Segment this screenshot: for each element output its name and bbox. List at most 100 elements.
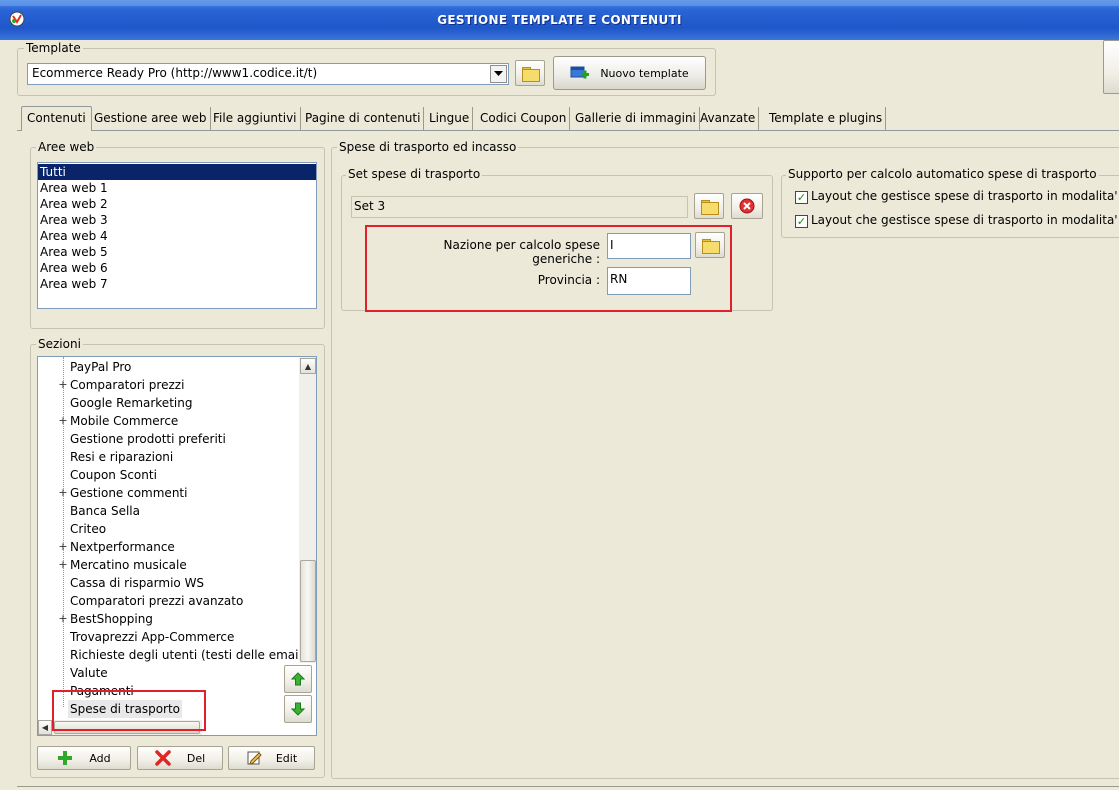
tree-item[interactable]: Trovaprezzi App-Commerce [38,628,300,646]
close-circle-icon [739,198,755,214]
aree-web-list[interactable]: Tutti Area web 1 Area web 2 Area web 3 A… [37,162,317,309]
tree-item-label: Resi e riparazioni [70,450,174,464]
tree-item[interactable]: + Mercatino musicale [38,556,300,574]
spese-trasporto-legend: Spese di trasporto ed incasso [337,140,519,154]
set-spese-value: Set 3 [354,199,386,213]
template-select[interactable]: Ecommerce Ready Pro (http://www1.codice.… [27,63,509,85]
tree-item[interactable]: PayPal Pro [38,358,300,376]
tree-item[interactable]: Valute [38,664,300,682]
list-item[interactable]: Area web 1 [38,180,316,196]
tab-codici-coupon[interactable]: Codici Coupon [477,107,571,130]
tree-item[interactable]: + Mobile Commerce [38,412,300,430]
list-item[interactable]: Area web 2 [38,196,316,212]
tree-item[interactable]: + Comparatori prezzi [38,376,300,394]
tree-item[interactable]: + Gestione commenti [38,484,300,502]
tree-item[interactable]: Richieste degli utenti (testi delle emai… [38,646,307,664]
edit-button-label: Edit [275,751,298,765]
list-item[interactable]: Area web 3 [38,212,316,228]
tab-gallerie-di-immagini[interactable]: Gallerie di immagini [572,107,700,130]
tree-item[interactable]: Cassa di risparmio WS [38,574,300,592]
del-button-label: Del [186,751,206,765]
tree-item-label: Cassa di risparmio WS [70,576,205,590]
expand-icon[interactable]: + [58,610,68,628]
expand-icon[interactable]: + [58,556,68,574]
move-down-button[interactable] [284,695,312,723]
tree-item-label: Richieste degli utenti (testi delle emai… [70,648,307,662]
list-item[interactable]: Tutti [38,164,316,180]
edit-pencil-icon [247,751,262,765]
expand-icon[interactable]: + [58,484,68,502]
tree-scrollbar[interactable]: ▲ [299,357,316,663]
tab-label: Lingue [429,111,470,125]
remove-set-button[interactable] [731,193,763,219]
bottom-edge [17,786,1119,787]
list-item[interactable]: Area web 6 [38,260,316,276]
supporto-option-1-label: Layout che gestisce spese di trasporto i… [811,189,1119,203]
list-item[interactable]: Area web 5 [38,244,316,260]
tab-file-aggiuntivi[interactable]: File aggiuntivi [210,107,301,130]
highlight-box-nazione-provincia [365,225,732,312]
tree-item[interactable]: Criteo [38,520,300,538]
sezioni-legend: Sezioni [36,337,83,351]
tree-item-label: BestShopping [70,612,153,626]
template-dropdown-button[interactable] [490,65,507,83]
tab-label: Gallerie di immagini [575,111,696,125]
tree-item-label: Mobile Commerce [70,414,179,428]
template-group-legend: Template [24,41,83,55]
tree-item[interactable]: Gestione prodotti preferiti [38,430,300,448]
aree-web-legend: Aree web [36,140,97,154]
tree-item-label: Gestione commenti [70,486,188,500]
supporto-checkbox-1[interactable]: ✓ [795,191,808,204]
tree-item[interactable]: + BestShopping [38,610,300,628]
sezioni-tree[interactable]: PayPal Pro + Comparatori prezzi Google Re… [37,356,317,736]
tab-contenuti[interactable]: Contenuti [21,106,92,131]
expand-icon[interactable]: + [58,538,68,556]
supporto-legend: Supporto per calcolo automatico spese di… [786,167,1099,181]
expand-icon[interactable]: + [58,412,68,430]
expand-icon[interactable]: + [58,376,68,394]
tab-label: Template e plugins [769,111,883,125]
tab-pagine-di-contenuti[interactable]: Pagine di contenuti [302,107,425,130]
tree-item[interactable]: Google Remarketing [38,394,300,412]
list-item[interactable]: Area web 7 [38,276,316,292]
scroll-up-button[interactable]: ▲ [300,358,316,374]
tree-item[interactable]: Comparatori prezzi avanzato [38,592,300,610]
supporto-checkbox-2[interactable]: ✓ [795,215,808,228]
list-item[interactable]: Area web 4 [38,228,316,244]
scroll-thumb[interactable] [300,560,316,662]
tree-item-label: Criteo [70,522,107,536]
tree-item-label: Coupon Sconti [70,468,157,482]
tree-item[interactable]: Coupon Sconti [38,466,300,484]
del-button[interactable]: Del [137,746,223,770]
tab-label: Avanzate [700,111,756,125]
browse-set-button[interactable] [694,193,724,219]
tab-gestione-aree-web[interactable]: Gestione aree web [91,107,211,130]
tree-item[interactable]: Resi e riparazioni [38,448,300,466]
chevron-down-icon [494,71,503,76]
set-spese-field[interactable]: Set 3 [351,196,688,218]
tab-strip-baseline [17,130,1119,131]
delete-x-icon [155,750,171,766]
title-bar-gloss [0,0,1119,6]
tree-item-label: Gestione prodotti preferiti [70,432,226,446]
supporto-option-2-label: Layout che gestisce spese di trasporto i… [811,213,1119,227]
move-up-button[interactable] [284,665,312,693]
side-panel-button[interactable] [1103,40,1119,94]
supporto-group [781,175,1119,238]
tree-item-label: Comparatori prezzi [70,378,185,392]
tree-item[interactable]: + Nextperformance [38,538,300,556]
edit-button[interactable]: Edit [228,746,315,770]
tree-item-label: Comparatori prezzi avanzato [70,594,244,608]
tree-item-label: Banca Sella [70,504,140,518]
folder-icon [701,199,719,215]
new-template-label: Nuovo template [600,66,689,80]
tab-lingue[interactable]: Lingue [426,107,474,130]
title-bar[interactable]: GESTIONE TEMPLATE E CONTENUTI [0,0,1119,40]
scroll-left-button[interactable]: ◀ [38,720,52,735]
tree-item[interactable]: Banca Sella [38,502,300,520]
tab-avanzate[interactable]: Avanzate [697,107,760,130]
tab-template-e-plugins[interactable]: Template e plugins [766,107,887,130]
browse-template-button[interactable] [515,60,545,86]
new-template-button[interactable]: Nuovo template [553,56,706,90]
add-button[interactable]: Add [37,746,131,770]
